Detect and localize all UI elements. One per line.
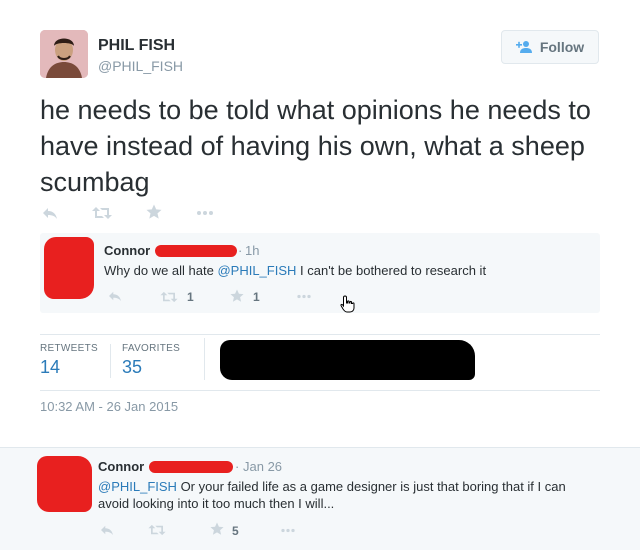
more-icon[interactable] <box>196 210 214 216</box>
bottom-reply-author-name[interactable]: Connor <box>98 459 144 474</box>
redacted-avatar-2 <box>37 456 92 512</box>
stats-bottom-divider <box>40 390 600 391</box>
retweet-icon[interactable] <box>92 206 112 220</box>
bottom-favorite-icon[interactable] <box>210 522 224 536</box>
author-handle[interactable]: @PHIL_FISH <box>98 58 183 74</box>
reply-reply-icon[interactable] <box>108 290 122 302</box>
reply-more-icon[interactable] <box>296 294 312 299</box>
reply-retweet-icon[interactable] <box>160 291 178 303</box>
bottom-reply-time-separator: · <box>235 459 240 474</box>
reply-favorite-icon[interactable] <box>230 289 244 303</box>
reply-time[interactable]: 1h <box>245 243 259 258</box>
author-name[interactable]: PHIL FISH <box>98 37 175 55</box>
author-avatar[interactable] <box>40 30 88 78</box>
reply-text: Why do we all hate @PHIL_FISH I can't be… <box>104 262 584 279</box>
bottom-retweet-icon[interactable] <box>148 524 166 536</box>
bottom-favorite-count: 5 <box>232 524 239 538</box>
bottom-reply-icon[interactable] <box>100 524 114 536</box>
redacted-handle <box>155 245 237 257</box>
reply-favorite-count: 1 <box>253 290 260 304</box>
reply-text-after: I can't be bothered to research it <box>296 263 487 278</box>
add-user-icon <box>515 40 534 54</box>
redacted-favoriter-avatars <box>220 340 475 380</box>
tweet-text: he needs to be told what opinions he nee… <box>40 95 591 197</box>
retweets-label[interactable]: RETWEETS <box>40 343 98 354</box>
reply-author-name[interactable]: Connor <box>104 243 150 258</box>
tweet-timestamp[interactable]: 10:32 AM - 26 Jan 2015 <box>40 399 178 414</box>
redacted-handle-2 <box>149 461 233 473</box>
reply-mention-link[interactable]: @PHIL_FISH <box>217 263 296 278</box>
bottom-reply-mention-link[interactable]: @PHIL_FISH <box>98 479 177 494</box>
bottom-more-icon[interactable] <box>280 528 296 533</box>
reply-retweet-count: 1 <box>187 290 194 304</box>
reply-time-separator: · <box>238 243 243 258</box>
favorites-count[interactable]: 35 <box>122 357 142 378</box>
favorite-icon[interactable] <box>146 204 162 220</box>
follow-button[interactable]: Follow <box>501 30 599 64</box>
redacted-avatar <box>44 237 94 299</box>
retweets-count[interactable]: 14 <box>40 357 60 378</box>
hand-cursor-icon <box>340 295 356 313</box>
bottom-reply-time[interactable]: Jan 26 <box>243 459 282 474</box>
favorites-label[interactable]: FAVORITES <box>122 343 180 354</box>
follow-label: Follow <box>539 39 585 55</box>
reply-text-before: Why do we all hate <box>104 263 218 278</box>
stats-top-divider <box>40 334 600 335</box>
bottom-reply-text: @PHIL_FISH Or your failed life as a game… <box>98 478 598 512</box>
stats-separator <box>110 344 111 378</box>
stats-separator-2 <box>204 338 205 380</box>
reply-top-divider <box>0 447 640 448</box>
reply-icon[interactable] <box>42 206 58 220</box>
